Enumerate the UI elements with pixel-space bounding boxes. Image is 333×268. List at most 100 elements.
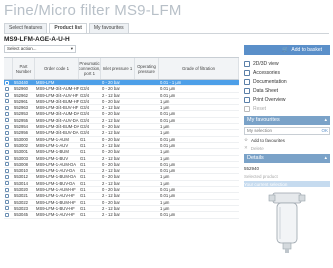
operating-pressure-cell (135, 156, 159, 161)
favourites-header[interactable]: My favourites ▴ (244, 116, 330, 125)
connection-cell: G1 (80, 161, 86, 167)
add-to-basket-button[interactable]: 🛒 Add to basket (244, 45, 330, 55)
product-row-icon[interactable] (5, 206, 9, 211)
product-row-icon[interactable] (5, 80, 9, 85)
details-header[interactable]: Details ▴ (244, 154, 330, 163)
part-number-cell: 552960 (14, 86, 28, 92)
operating-pressure-cell (135, 181, 159, 186)
operating-pressure-cell (135, 118, 159, 123)
order-code-cell: MS9-LFM-1-AUV-DA (36, 168, 76, 174)
part-number-cell: 553008 (14, 161, 28, 167)
inlet-pressure-cell: 2 - 12 bar (102, 180, 120, 186)
inlet-pressure-cell: 2 - 12 bar (102, 155, 120, 161)
connection-cell: G3/4 (80, 117, 90, 123)
product-image (267, 191, 307, 255)
row-icon (4, 174, 13, 179)
product-row-icon[interactable] (5, 130, 9, 135)
favourites-ok-button[interactable]: OK (321, 128, 328, 134)
product-row-icon[interactable] (5, 156, 9, 161)
filtration-grade-cell: 1 µm (160, 180, 170, 186)
menu-item-data-sheet[interactable]: Data Sheet (244, 86, 330, 95)
col-header-order-code[interactable]: Order code 1 (35, 58, 79, 79)
page: Fine/Micro filter MS9-LFM Select feature… (0, 0, 333, 268)
order-code-cell: MS9-LFM-1-AUM-HF (36, 187, 76, 193)
product-row-icon[interactable] (5, 93, 9, 98)
row-icon (4, 130, 13, 135)
favourites-select[interactable]: My selection OK (244, 127, 330, 135)
product-row-icon[interactable] (5, 187, 9, 192)
part-number-cell: 552956 (14, 130, 28, 136)
operating-pressure-cell (135, 200, 159, 205)
product-row-icon[interactable] (5, 124, 9, 129)
table-row[interactable]: 553045 MS9-LFM-1-AUV-HF G1 2 - 12 bar 0.01 µ… (4, 212, 239, 219)
row-icon (4, 80, 13, 85)
delete-favourite-link[interactable]: ✕ Delete (244, 145, 330, 151)
filtration-grade-cell: 0.01 µm (160, 212, 176, 218)
menu-item-reset[interactable]: Reset (244, 104, 330, 113)
part-number-cell: 553001 (14, 149, 28, 155)
add-to-favourites-link[interactable]: ☆ Add to favourites (244, 137, 330, 143)
menu-item-documentation[interactable]: Documentation (244, 77, 330, 86)
filtration-grade-cell: 0.01 µm (160, 136, 176, 142)
row-icon (4, 200, 13, 205)
product-row-icon[interactable] (5, 143, 9, 148)
select-action-dropdown[interactable]: Select action... ▾ (4, 45, 76, 53)
product-row-icon[interactable] (5, 137, 9, 142)
inlet-pressure-cell: 2 - 12 bar (102, 92, 120, 98)
product-row-icon[interactable] (5, 174, 9, 179)
product-row-icon[interactable] (5, 181, 9, 186)
operating-pressure-cell (135, 168, 159, 173)
operating-pressure-cell (135, 206, 159, 211)
col-header-pneumatic-connection[interactable]: Pneumatic connection, port 1 (79, 58, 101, 79)
connection-cell: G1 (80, 199, 86, 205)
product-row-icon[interactable] (5, 105, 9, 110)
inlet-pressure-cell: 2 - 12 bar (102, 212, 120, 218)
product-row-icon[interactable] (5, 149, 9, 154)
connection-cell: G1 (80, 187, 86, 193)
order-code-cell: MS9-LFM-3/4-AUV-DA (36, 117, 79, 123)
menu-item-accessories[interactable]: Accessories (244, 68, 330, 77)
inlet-pressure-cell: 0 - 20 bar (102, 199, 120, 205)
row-icon (4, 162, 13, 167)
delete-favourite-label: Delete (250, 145, 264, 151)
tab-my-favourites[interactable]: My favourites (88, 23, 129, 33)
filtration-grade-cell: 1 µm (160, 105, 170, 111)
menu-item-2d3d-view[interactable]: 2D/3D view (244, 59, 330, 68)
connection-cell: G3/4 (80, 124, 90, 130)
part-number-cell: 553440 (14, 80, 28, 85)
product-row-icon[interactable] (5, 200, 9, 205)
operating-pressure-cell (135, 212, 159, 217)
product-row-icon[interactable] (5, 86, 9, 91)
operating-pressure-cell (135, 80, 159, 85)
inlet-pressure-cell: 0 - 20 bar (102, 136, 120, 142)
product-row-icon[interactable] (5, 111, 9, 116)
product-row-icon[interactable] (5, 162, 9, 167)
product-row-icon[interactable] (5, 99, 9, 104)
order-code-cell: MS9-LFM-1-AUM (36, 136, 69, 142)
cube-icon (244, 60, 250, 67)
product-row-icon[interactable] (5, 168, 9, 173)
filtration-grade-cell: 1 µm (160, 174, 170, 180)
operating-pressure-cell (135, 193, 159, 198)
product-row-icon[interactable] (5, 118, 9, 123)
connection-cell: G1 (80, 149, 86, 155)
product-row-icon[interactable] (5, 193, 9, 198)
tab-product-list[interactable]: Product list (49, 23, 87, 33)
col-header-part-number[interactable]: Part Number (13, 58, 35, 79)
action-menu: 2D/3D view Accessories Documentation Dat… (244, 59, 330, 113)
col-header-operating-pressure[interactable]: Operating pressure (135, 58, 159, 79)
connection-cell: G1 (80, 142, 86, 148)
connection-cell: G3/4 (80, 92, 90, 98)
menu-item-print-overview[interactable]: Print Overview (244, 95, 330, 104)
row-icon (4, 111, 13, 116)
col-header-grade-of-filtration[interactable]: Grade of filtration (159, 58, 239, 79)
part-number-cell: 552955 (14, 117, 28, 123)
product-row-icon[interactable] (5, 212, 9, 217)
inlet-pressure-cell: 0 - 20 bar (102, 149, 120, 155)
operating-pressure-cell (135, 86, 159, 91)
tab-select-features[interactable]: Select features (4, 23, 48, 33)
col-header-inlet-pressure[interactable]: Inlet pressure 1 (101, 58, 135, 79)
details-current-label: Your current selection (244, 181, 288, 187)
part-number-cell: 552954 (14, 124, 28, 130)
order-code-cell: MS9-LFM-1-AUV-HF (36, 212, 75, 218)
